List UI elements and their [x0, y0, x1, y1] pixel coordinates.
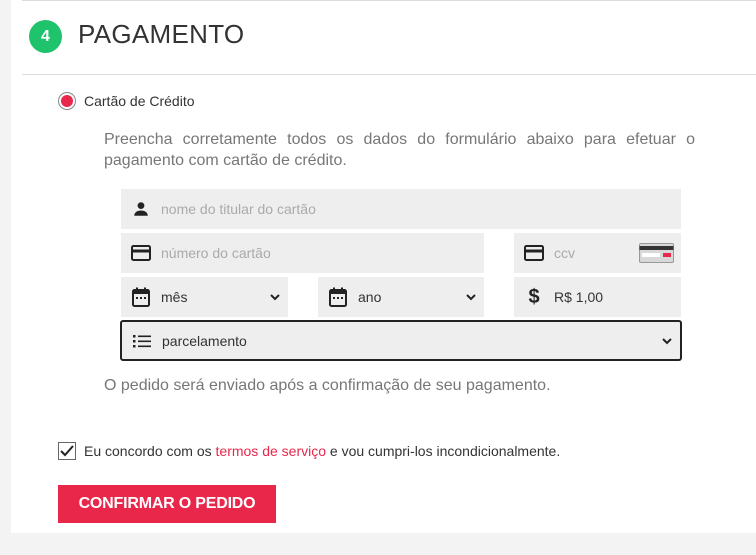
- calendar-icon: [130, 286, 152, 308]
- confirmation-note: O pedido será enviado após a confirmação…: [104, 377, 551, 394]
- terms-prefix: Eu concordo com os: [84, 443, 212, 459]
- terms-link[interactable]: termos de serviço: [216, 443, 326, 459]
- terms-label: Eu concordo com os termos de serviço e v…: [84, 443, 560, 459]
- dollar-icon: $: [528, 285, 540, 308]
- month-select[interactable]: mês: [161, 289, 187, 305]
- credit-card-icon: [130, 242, 152, 264]
- year-select[interactable]: ano: [358, 289, 381, 305]
- form-instructions: Preencha corretamente todos os dados do …: [104, 131, 695, 169]
- user-icon: [130, 198, 152, 220]
- credit-card-radio[interactable]: [58, 92, 76, 110]
- section-title: PAGAMENTO: [78, 19, 245, 49]
- card-image-icon: [639, 243, 674, 263]
- list-icon: [131, 330, 153, 352]
- confirm-order-button[interactable]: CONFIRMAR O PEDIDO: [58, 485, 276, 523]
- radio-selected-dot: [61, 95, 73, 107]
- calendar-icon: [327, 286, 349, 308]
- chevron-down-icon: [662, 337, 672, 344]
- card-number-input[interactable]: [161, 233, 484, 273]
- month-field: mês: [121, 277, 288, 317]
- chevron-down-icon: [270, 294, 280, 301]
- header-divider: [22, 74, 756, 75]
- year-field: ano: [318, 277, 484, 317]
- cardholder-name-field: [121, 189, 681, 229]
- installments-field: parcelamento: [120, 320, 682, 361]
- card-number-field: [121, 233, 484, 273]
- installments-select[interactable]: parcelamento: [162, 333, 247, 349]
- terms-suffix: e vou cumpri-los incondicionalmente.: [329, 443, 561, 459]
- credit-card-radio-label[interactable]: Cartão de Crédito: [84, 93, 195, 109]
- check-icon: [60, 445, 74, 457]
- step-badge: 4: [29, 20, 62, 53]
- cardholder-name-input[interactable]: [161, 189, 681, 229]
- chevron-down-icon: [466, 294, 476, 301]
- top-divider: [22, 0, 756, 1]
- credit-card-icon: [523, 242, 545, 264]
- ccv-field: [514, 233, 681, 273]
- amount-field: $ R$ 1,00: [514, 277, 681, 317]
- amount-value: R$ 1,00: [554, 289, 604, 305]
- ccv-input[interactable]: [554, 233, 624, 273]
- terms-checkbox[interactable]: [58, 442, 76, 460]
